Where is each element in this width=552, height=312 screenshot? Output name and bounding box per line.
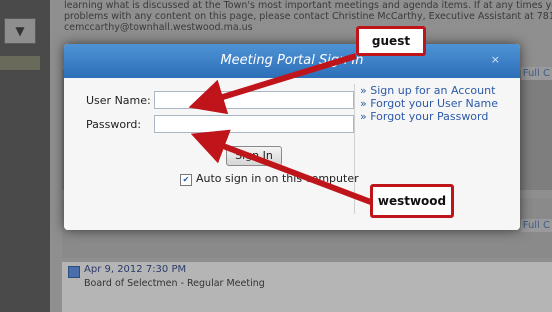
- password-callout: westwood: [370, 184, 454, 218]
- notice-line: cemccarthy@townhall.westwood.ma.us: [64, 22, 253, 33]
- password-field[interactable]: [154, 115, 354, 133]
- full-calendar-link[interactable]: Full C: [520, 219, 552, 232]
- forgot-password-link[interactable]: » Forgot your Password: [360, 110, 488, 123]
- notice-line: learning what is discussed at the Town's…: [64, 0, 552, 11]
- dialog-header: Meeting Portal Sign In ×: [64, 44, 520, 78]
- notice-line: problems with any content on this page, …: [64, 11, 552, 22]
- rail-strip: [0, 56, 40, 70]
- auto-sign-in-label: Auto sign in on this computer: [196, 172, 359, 185]
- dropdown-button[interactable]: ▼: [4, 18, 36, 44]
- divider: [354, 84, 355, 214]
- auto-sign-in-checkbox[interactable]: ✔: [180, 174, 192, 186]
- left-rail: ▼: [0, 0, 50, 312]
- forgot-username-link[interactable]: » Forgot your User Name: [360, 97, 498, 110]
- meeting-date[interactable]: Apr 9, 2012 7:30 PM: [84, 264, 186, 275]
- dialog-title: Meeting Portal Sign In: [220, 53, 364, 68]
- username-label: User Name:: [86, 94, 151, 107]
- full-calendar-link[interactable]: Full C: [520, 67, 552, 80]
- sign-in-button[interactable]: Sign In: [226, 146, 282, 166]
- close-icon[interactable]: ×: [491, 53, 500, 66]
- username-field[interactable]: [154, 91, 354, 109]
- username-callout: guest: [356, 26, 426, 56]
- calendar-icon: [68, 266, 80, 278]
- sign-up-link[interactable]: » Sign up for an Account: [360, 84, 495, 97]
- meeting-name: Board of Selectmen - Regular Meeting: [84, 278, 265, 289]
- notice-text: learning what is discussed at the Town's…: [64, 0, 552, 33]
- password-label: Password:: [86, 118, 142, 131]
